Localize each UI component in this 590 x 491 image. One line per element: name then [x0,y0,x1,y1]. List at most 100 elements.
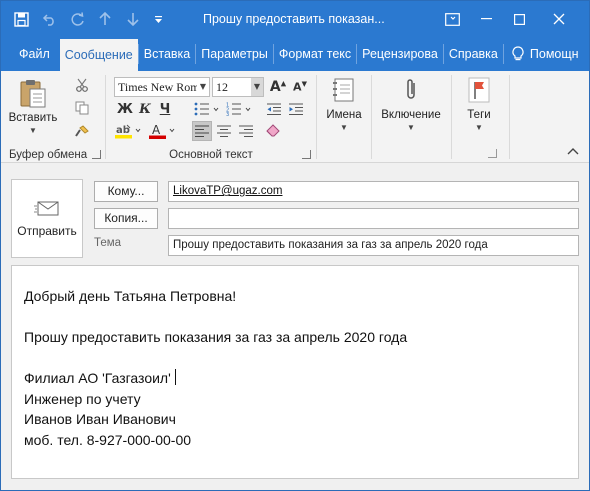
cc-button[interactable]: Копия... [94,208,158,229]
align-right-button[interactable] [236,121,256,141]
tab-review[interactable]: Рецензирова [357,37,443,71]
address-book-icon [333,78,354,102]
chevron-down-icon: ▼ [29,126,37,135]
italic-button[interactable]: К [136,99,154,119]
include-label: Включение [381,109,441,121]
clear-formatting-button[interactable] [264,121,284,141]
dialog-launcher-icon[interactable] [92,150,101,159]
tab-insert[interactable]: Вставка [139,37,195,71]
chevron-down-icon: ▼ [407,123,415,132]
names-button[interactable]: Имена ▼ [321,75,367,145]
redo-icon[interactable] [63,1,91,37]
bullets-icon [194,102,219,116]
tags-button[interactable]: Теги ▼ [457,75,501,145]
signature-phone-line: моб. тел. 8-927-000-00-00 [24,431,192,448]
format-painter-button[interactable] [71,121,93,141]
basic-text-group: Times New Roma ▼ 12 ▼ A▲ A▼ Ж К Ч 123 ab… [106,71,316,163]
tab-message[interactable]: Сообщение [59,39,138,71]
collapse-ribbon-icon[interactable] [567,147,579,158]
paste-button[interactable]: Вставить ▼ [5,77,61,139]
ribbon: Вставить ▼ Буфер обмена Times New Roma ▼ [1,71,589,163]
subject-label: Тема [94,237,122,249]
copy-button[interactable] [71,98,93,118]
undo-icon[interactable] [35,1,63,37]
grow-font-button[interactable]: A▲ [268,77,288,97]
shrink-font-icon: A▼ [293,80,307,94]
cc-field[interactable] [168,208,579,229]
grow-font-icon: A▲ [269,79,287,95]
increase-indent-button[interactable] [286,99,306,119]
dialog-launcher-icon[interactable] [302,150,311,159]
svg-text:ab: ab [116,125,130,136]
decrease-indent-icon [267,103,281,115]
format-painter-icon [75,125,89,137]
paste-label: Вставить [8,112,58,124]
recipient-address[interactable]: LikovaTP@ugaz.com [173,185,282,197]
close-icon[interactable] [541,1,577,37]
tab-options[interactable]: Параметры [196,37,273,71]
text-cursor [174,369,176,385]
align-center-icon [217,125,231,137]
align-left-icon [195,125,209,137]
send-label: Отправить [17,224,77,238]
down-arrow-icon[interactable] [119,1,147,37]
align-center-button[interactable] [214,121,234,141]
signature-position-line: Инженер по учету [24,390,141,407]
paste-icon [20,80,46,108]
tab-format-text[interactable]: Формат текс [274,37,356,71]
flag-icon [468,77,490,103]
names-label: Имена [326,109,362,121]
tab-help[interactable]: Справка [444,37,503,71]
bullets-button[interactable] [192,99,222,119]
font-color-button[interactable]: A [148,121,178,141]
numbering-button[interactable]: 123 [224,99,254,119]
underline-button[interactable]: Ч [156,99,174,119]
title-bar: Прошу предоставить показан... [1,1,589,37]
shrink-font-button[interactable]: A▼ [290,77,310,97]
chevron-down-icon[interactable]: ▼ [197,78,209,96]
group-separator [371,75,372,159]
to-button[interactable]: Кому... [94,181,158,202]
underline-icon: Ч [159,101,171,117]
save-icon[interactable] [7,1,35,37]
signature-org: Филиал АО 'Газгазоил' [24,370,171,386]
restore-window-icon[interactable] [434,1,470,37]
highlight-button[interactable]: ab [114,121,144,141]
bold-icon: Ж [117,101,133,117]
cut-button[interactable] [71,75,93,95]
decrease-indent-button[interactable] [264,99,284,119]
align-left-button[interactable] [192,121,212,141]
to-field[interactable]: LikovaTP@ugaz.com [168,181,579,202]
chevron-down-icon: ▼ [340,123,348,132]
tell-me-label: Помощн [529,47,579,61]
include-button[interactable]: Включение ▼ [375,75,447,145]
ribbon-tabs: Файл Сообщение Вставка Параметры Формат … [1,37,589,71]
tab-tell-me[interactable]: Помощн [504,37,584,71]
font-color-icon: A [149,123,175,139]
signature-name-line: Иванов Иван Иванович [24,411,176,427]
subject-field[interactable]: Прошу предоставить показания за газ за а… [168,235,579,256]
bold-button[interactable]: Ж [116,99,134,119]
send-button[interactable]: Отправить [11,179,83,258]
font-size-combo[interactable]: 12 ▼ [212,77,264,97]
minimize-icon[interactable] [468,1,504,37]
clipboard-group-label: Буфер обмена [9,149,88,161]
font-name-combo[interactable]: Times New Roma ▼ [114,77,210,97]
up-arrow-icon[interactable] [91,1,119,37]
maximize-icon[interactable] [501,1,537,37]
window-title: Прошу предоставить показан... [203,12,385,26]
send-envelope-icon [34,201,59,216]
message-body[interactable]: Добрый день Татьяна Петровна! Прошу пред… [11,265,579,479]
clipboard-group: Вставить ▼ Буфер обмена [1,71,105,163]
tab-file[interactable]: Файл [1,37,60,71]
highlight-icon: ab [115,124,141,139]
align-right-icon [239,125,253,137]
dialog-launcher-icon[interactable] [488,149,497,158]
copy-icon [75,101,89,115]
request-line: Прошу предоставить показания за газ за а… [24,329,408,345]
chevron-down-icon[interactable]: ▼ [251,78,263,96]
svg-text:3: 3 [226,112,229,116]
customize-qat-icon[interactable] [147,1,169,37]
group-separator [451,75,452,159]
